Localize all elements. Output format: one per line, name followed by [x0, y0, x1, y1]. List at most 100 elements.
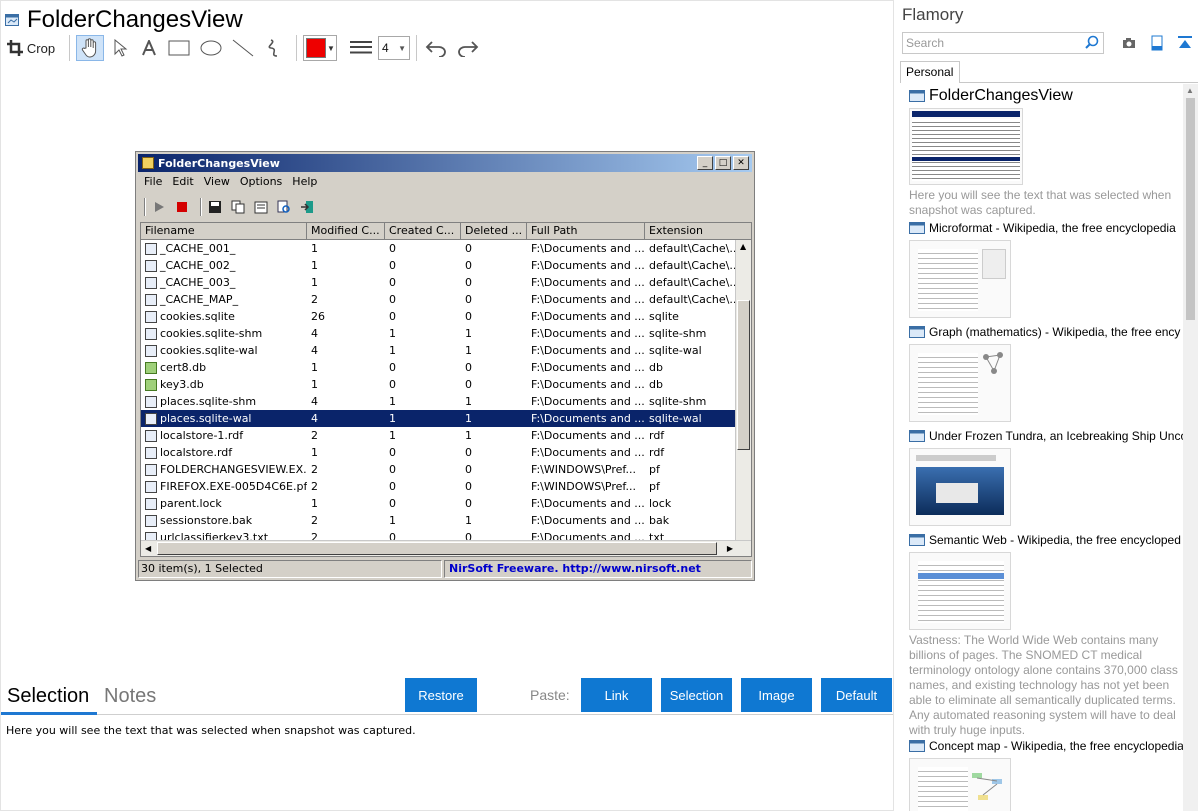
restore-button[interactable]: Restore [405, 678, 477, 712]
rectangle-tool-button[interactable] [166, 35, 192, 61]
cell-created: 1 [389, 344, 396, 357]
text-tool-icon [142, 40, 156, 56]
list-item-title: Microformat - Wikipedia, the free encycl… [929, 221, 1176, 235]
document-icon [1151, 35, 1163, 51]
list-item[interactable]: Concept map - Wikipedia, the free encycl… [909, 736, 1183, 811]
ellipse-tool-button[interactable] [198, 35, 224, 61]
table-row: _CACHE_MAP_ 2 0 0 F:\Documents and ... defaul… [141, 291, 751, 308]
cell-deleted: 0 [465, 378, 472, 391]
cell-extension: sqlite [649, 310, 679, 323]
cell-full-path: F:\Documents and ... [531, 310, 645, 323]
cell-full-path: F:\Documents and ... [531, 412, 645, 425]
search-input[interactable]: Search [902, 32, 1104, 54]
line-icon [232, 39, 254, 57]
snapshot-history-list: FolderChangesView Here you will see the … [894, 84, 1183, 811]
cell-extension: pf [649, 480, 660, 493]
cell-filename: places.sqlite-shm [141, 393, 307, 410]
database-file-icon [145, 378, 157, 391]
list-item[interactable]: Semantic Web - Wikipedia, the free encyc… [909, 530, 1183, 737]
freehand-tool-button[interactable] [262, 35, 284, 61]
list-item[interactable]: Under Frozen Tundra, an Icebreaking Ship… [909, 426, 1183, 526]
list-item-header: Concept map - Wikipedia, the free encycl… [909, 736, 1183, 756]
ellipse-icon [200, 40, 222, 56]
cell-filename: _CACHE_002_ [141, 257, 307, 274]
cell-deleted: 0 [465, 310, 472, 323]
color-picker[interactable]: ▼ [303, 35, 337, 61]
cell-filename: places.sqlite-wal [141, 410, 307, 427]
list-item[interactable]: FolderChangesView Here you will see the … [909, 86, 1183, 218]
list-horizontal-scrollbar: ◀ ▶ [141, 540, 751, 556]
cell-modified: 1 [311, 259, 318, 272]
camera-button[interactable] [1120, 34, 1138, 52]
cell-text: cert8.db [160, 361, 207, 374]
collapse-button[interactable] [1176, 34, 1194, 52]
snapshot-thumbnail [909, 758, 1011, 811]
paste-image-button[interactable]: Image [741, 678, 812, 712]
cell-created: 0 [389, 497, 396, 510]
table-row: cert8.db 1 0 0 F:\Documents and ... db [141, 359, 751, 376]
camera-icon [1123, 38, 1135, 48]
cell-text: FOLDERCHANGESVIEW.EX... [160, 463, 307, 476]
scroll-up-icon[interactable]: ▲ [1186, 86, 1194, 95]
cell-created: 0 [389, 242, 396, 255]
line-width-select[interactable]: 4 ▼ [378, 36, 410, 60]
list-item[interactable]: Graph (mathematics) - Wikipedia, the fre… [909, 322, 1183, 422]
cell-created: 1 [389, 429, 396, 442]
cell-deleted: 0 [465, 463, 472, 476]
database-file-icon [145, 361, 157, 374]
cell-text: _CACHE_003_ [160, 276, 236, 289]
hand-tool-button[interactable] [76, 35, 104, 61]
table-row: cookies.sqlite 26 0 0 F:\Documents and ... sq… [141, 308, 751, 325]
scroll-thumb [737, 300, 750, 450]
pointer-tool-button[interactable] [110, 35, 132, 61]
scroll-left-icon: ◀ [145, 544, 152, 553]
tab-personal[interactable]: Personal [900, 61, 960, 83]
tab-divider [960, 82, 1198, 83]
snapshot-thumbnail [909, 448, 1011, 526]
crop-button[interactable]: Crop [5, 35, 57, 61]
cell-full-path: F:\Documents and ... [531, 378, 645, 391]
cell-extension: rdf [649, 429, 665, 442]
list-item-header: Microformat - Wikipedia, the free encycl… [909, 218, 1183, 238]
status-item-count: 30 item(s), 1 Selected [138, 560, 442, 578]
table-row: localstore.rdf 1 0 0 F:\Documents and ... rdf [141, 444, 751, 461]
paste-link-button[interactable]: Link [581, 678, 652, 712]
tab-notes[interactable]: Notes [104, 685, 156, 708]
snapshot-toolbar [140, 196, 321, 218]
toolbar-separator [144, 198, 146, 216]
list-item[interactable]: Microformat - Wikipedia, the free encycl… [909, 218, 1183, 318]
line-tool-button[interactable] [230, 35, 256, 61]
crop-label: Crop [26, 40, 56, 56]
cell-filename: cookies.sqlite-wal [141, 342, 307, 359]
cell-created: 0 [389, 378, 396, 391]
annotation-toolbar: Crop ▼ 4 ▼ [5, 34, 487, 62]
cell-created: 0 [389, 276, 396, 289]
app-window-icon [909, 90, 925, 102]
undo-button[interactable] [423, 35, 449, 61]
file-icon [145, 480, 157, 493]
cell-filename: FOLDERCHANGESVIEW.EX... [141, 461, 307, 478]
cell-deleted: 0 [465, 480, 472, 493]
search-icon[interactable] [1085, 35, 1099, 49]
list-item-title: Under Frozen Tundra, an Icebreaking Ship… [929, 429, 1183, 443]
table-row: FOLDERCHANGESVIEW.EX... 2 0 0 F:\WINDOWS\Pre… [141, 461, 751, 478]
cell-modified: 1 [311, 361, 318, 374]
cell-extension: db [649, 378, 663, 391]
cell-full-path: F:\Documents and ... [531, 429, 645, 442]
flamory-title: Flamory [902, 5, 964, 24]
file-icon [145, 276, 157, 289]
sidebar-scrollbar[interactable]: ▲ [1183, 84, 1198, 811]
paste-selection-button[interactable]: Selection [661, 678, 732, 712]
page-button[interactable] [1148, 34, 1166, 52]
text-tool-button[interactable] [138, 35, 160, 61]
col-deleted: Deleted ... [461, 223, 527, 239]
cell-modified: 4 [311, 327, 318, 340]
line-width-icon [350, 35, 372, 61]
cell-created: 0 [389, 446, 396, 459]
scroll-thumb[interactable] [1186, 98, 1195, 320]
cell-text: _CACHE_MAP_ [160, 293, 239, 306]
tab-selection[interactable]: Selection [7, 685, 89, 708]
app-window-icon [909, 534, 925, 546]
paste-default-button[interactable]: Default [821, 678, 892, 712]
redo-button[interactable] [455, 35, 481, 61]
